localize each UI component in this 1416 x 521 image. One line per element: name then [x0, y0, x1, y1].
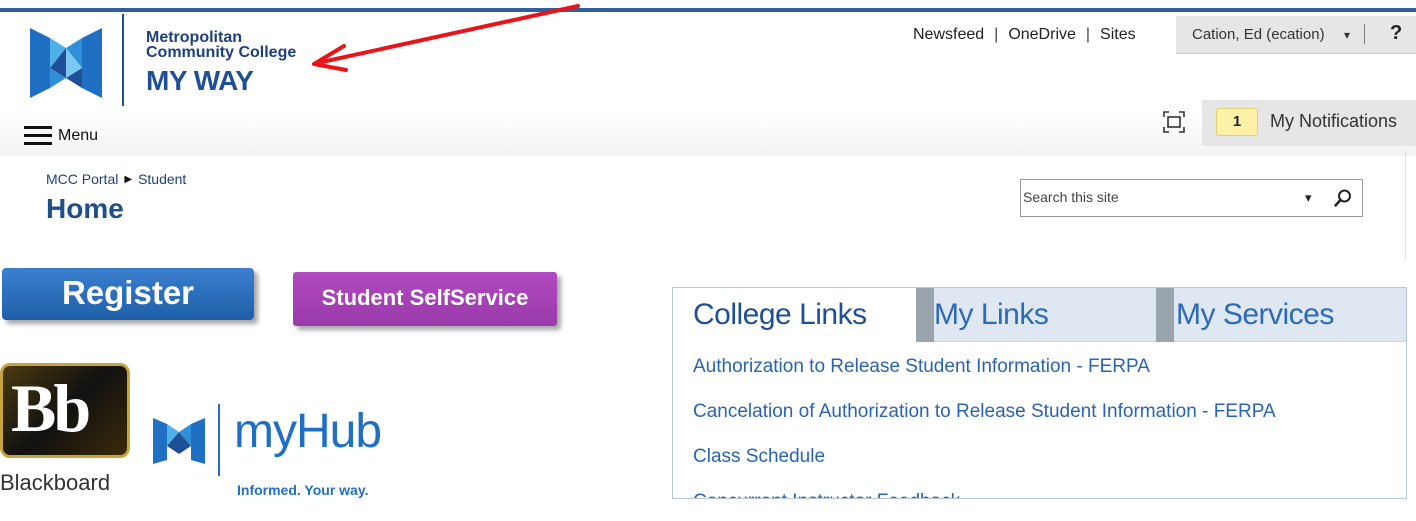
top-accent-line: [0, 8, 1416, 12]
search-icon[interactable]: [1333, 188, 1353, 208]
page-edge-divider: [1405, 150, 1406, 260]
myhub-logo-icon[interactable]: [153, 414, 205, 466]
chevron-down-icon[interactable]: ▾: [1344, 28, 1350, 42]
blackboard-label[interactable]: Blackboard: [0, 470, 110, 496]
breadcrumb-item-student[interactable]: Student: [138, 171, 186, 187]
logo-divider: [122, 14, 124, 106]
user-name[interactable]: Cation, Ed (ecation): [1192, 26, 1325, 43]
breadcrumb-item-mcc-portal[interactable]: MCC Portal: [46, 171, 118, 187]
blackboard-logo-icon[interactable]: Bb: [0, 363, 130, 458]
link-ferpa-cancelation[interactable]: Cancelation of Authorization to Release …: [693, 399, 1276, 444]
top-link-sites[interactable]: Sites: [1100, 26, 1136, 44]
link-concurrent-instructor-feedback[interactable]: Concurrent Instructor Feedback: [693, 489, 1276, 498]
page-title: Home: [46, 193, 124, 224]
notification-count-badge: 1: [1216, 108, 1258, 136]
tab-bar: College Links My Links My Services: [673, 288, 1406, 343]
tab-my-services[interactable]: My Services: [1156, 288, 1406, 342]
myhub-link[interactable]: myHub: [234, 404, 382, 459]
myhub-divider: [218, 404, 220, 476]
top-links: Newsfeed | OneDrive | Sites: [913, 26, 1136, 44]
college-links-list: Authorization to Release Student Informa…: [693, 354, 1276, 498]
notifications-label[interactable]: My Notifications: [1270, 111, 1397, 132]
blackboard-mark: Bb: [11, 370, 91, 446]
top-link-newsfeed[interactable]: Newsfeed: [913, 26, 984, 44]
myhub-tagline: Informed. Your way.: [237, 482, 369, 498]
breadcrumb: MCC Portal ▶ Student: [46, 171, 186, 187]
tab-college-links[interactable]: College Links: [673, 288, 916, 343]
link-class-schedule[interactable]: Class Schedule: [693, 444, 1276, 489]
help-button[interactable]: ?: [1390, 22, 1402, 45]
notifications-button[interactable]: 1 My Notifications: [1202, 100, 1416, 146]
hamburger-menu-icon[interactable]: [24, 126, 52, 148]
logo-text-myway: MY WAY: [146, 65, 254, 96]
link-separator: |: [1085, 26, 1091, 43]
link-ferpa-release[interactable]: Authorization to Release Student Informa…: [693, 354, 1276, 399]
search-scope-dropdown[interactable]: ▾: [1305, 190, 1312, 206]
logo-text-line2: Community College: [146, 44, 297, 61]
focus-on-content-icon[interactable]: [1162, 110, 1186, 134]
tab-my-links[interactable]: My Links: [916, 288, 1156, 342]
top-accent-bar: [0, 0, 1416, 14]
student-selfservice-button[interactable]: Student SelfService: [293, 272, 557, 326]
search-box: ▾: [1020, 179, 1363, 217]
search-input[interactable]: [1023, 182, 1293, 212]
register-button[interactable]: Register: [2, 268, 254, 320]
annotation-arrow-icon: [312, 4, 580, 72]
links-tab-panel: College Links My Links My Services Autho…: [672, 287, 1407, 499]
user-menu-divider: [1364, 24, 1365, 44]
menu-button[interactable]: Menu: [58, 127, 98, 145]
mcc-logo-icon: [30, 28, 102, 98]
breadcrumb-arrow-icon: ▶: [124, 173, 133, 185]
top-link-onedrive[interactable]: OneDrive: [1008, 26, 1076, 44]
link-separator: |: [994, 26, 999, 43]
user-menu[interactable]: Cation, Ed (ecation) ▾ ?: [1176, 16, 1416, 54]
